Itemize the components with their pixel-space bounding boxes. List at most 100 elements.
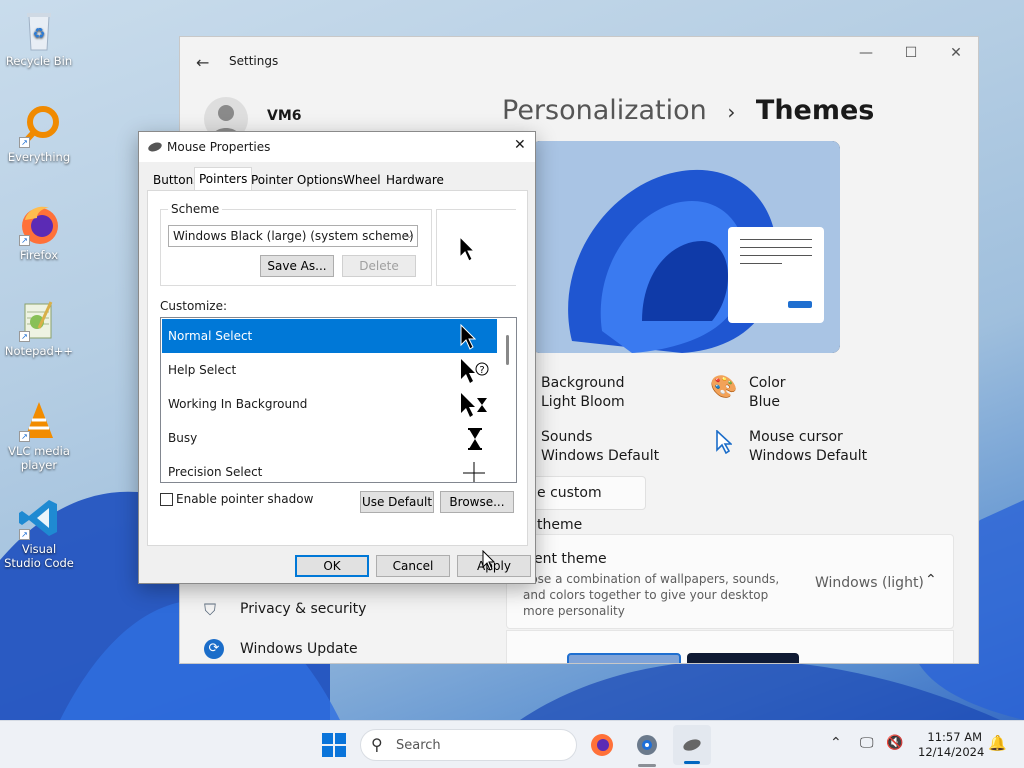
dialog-close-icon[interactable]: ✕ bbox=[514, 137, 526, 153]
desktop-icon-firefox[interactable]: ↗ Firefox bbox=[2, 202, 76, 262]
delete-button[interactable]: Delete bbox=[342, 255, 416, 277]
color-setting[interactable]: Color Blue bbox=[749, 374, 786, 412]
maximize-icon[interactable]: ☐ bbox=[891, 43, 931, 63]
background-setting[interactable]: Background Light Bloom bbox=[541, 374, 625, 412]
close-icon[interactable]: ✕ bbox=[936, 43, 976, 63]
preview-window-mock bbox=[728, 227, 824, 323]
running-indicator bbox=[638, 764, 656, 767]
arrow-cursor-icon bbox=[459, 236, 475, 262]
breadcrumb-separator: › bbox=[727, 100, 736, 124]
firefox-icon: ↗ bbox=[17, 202, 61, 246]
cursor-list[interactable]: Normal Select Help Select ? Working In B… bbox=[160, 317, 517, 483]
theme-thumbnails bbox=[506, 630, 954, 663]
desktop-icon-label: Everything bbox=[7, 150, 71, 164]
background-label: Background bbox=[541, 375, 625, 391]
dialog-titlebar[interactable]: Mouse Properties ✕ bbox=[139, 132, 535, 162]
palette-icon: 🎨 bbox=[710, 375, 738, 400]
clock[interactable]: 11:57 AM 12/14/2024 bbox=[918, 730, 984, 760]
nav-item-label: Privacy & security bbox=[240, 601, 367, 617]
everything-search-icon: ↗ bbox=[17, 104, 61, 148]
cancel-button[interactable]: Cancel bbox=[376, 555, 450, 577]
notification-bell-icon[interactable]: 🔔 bbox=[988, 734, 1007, 752]
tab-hardware[interactable]: Hardware bbox=[382, 169, 448, 191]
current-theme-desc: oose a combination of wallpapers, sounds… bbox=[523, 572, 780, 618]
color-value: Blue bbox=[749, 394, 780, 410]
notepadpp-icon: ↗ bbox=[17, 298, 61, 342]
mouse-cursor-setting[interactable]: Mouse cursor Windows Default bbox=[749, 428, 867, 466]
settings-gear-icon[interactable] bbox=[635, 733, 659, 760]
list-item[interactable]: Normal Select bbox=[162, 319, 497, 353]
list-item[interactable]: Working In Background bbox=[162, 387, 497, 421]
list-item-label: Precision Select bbox=[168, 465, 263, 479]
desktop-icon-recycle-bin[interactable]: ♻ Recycle Bin bbox=[2, 8, 76, 68]
chevron-up-icon[interactable]: ⌃ bbox=[830, 735, 842, 751]
scheme-select[interactable]: Windows Black (large) (system scheme) ⌵ bbox=[168, 225, 418, 247]
mouse-properties-taskbar-button[interactable] bbox=[673, 725, 711, 765]
sounds-value: Windows Default bbox=[541, 448, 660, 464]
search-placeholder: Search bbox=[396, 738, 441, 753]
chevron-up-icon[interactable]: ⌃ bbox=[925, 572, 937, 588]
settings-window-title: Settings bbox=[229, 54, 279, 68]
theme-thumbnail-light[interactable] bbox=[567, 653, 681, 663]
mouse-cursor-icon bbox=[716, 429, 734, 457]
taskbar: ⚲ Search ⌃ 🖵 🔇 11:57 AM 12/14/2024 🔔 bbox=[0, 720, 1024, 768]
desktop-icon-vlc[interactable]: ↗ VLC media player bbox=[2, 398, 76, 472]
crosshair-cursor-icon bbox=[463, 462, 485, 482]
taskbar-search[interactable]: ⚲ Search bbox=[360, 729, 577, 761]
help-cursor-icon: ? bbox=[461, 359, 489, 383]
tab-pointer-options[interactable]: Pointer Options bbox=[247, 169, 347, 191]
sounds-setting[interactable]: Sounds Windows Default bbox=[541, 428, 659, 466]
ok-button[interactable]: OK bbox=[295, 555, 369, 577]
arrow-cursor-icon bbox=[460, 324, 476, 350]
chevron-down-icon: ⌵ bbox=[405, 230, 413, 241]
desktop-icon-label: Recycle Bin bbox=[5, 54, 73, 68]
scheme-label: Scheme bbox=[168, 202, 223, 216]
pointer-shadow-checkbox[interactable] bbox=[160, 493, 173, 506]
theme-thumbnail-dark[interactable] bbox=[687, 653, 799, 663]
list-item-label: Working In Background bbox=[168, 397, 308, 411]
list-item[interactable]: Precision Select bbox=[162, 455, 497, 482]
browse-button[interactable]: Browse... bbox=[440, 491, 514, 513]
mouse-pointer-icon bbox=[482, 550, 496, 571]
save-as-button[interactable]: Save As... bbox=[260, 255, 334, 277]
back-arrow-icon[interactable]: ← bbox=[196, 53, 209, 72]
desktop-icon-label: VLC media player bbox=[8, 444, 70, 472]
volume-muted-icon[interactable]: 🔇 bbox=[886, 735, 903, 751]
desktop-icon-label: Notepad++ bbox=[4, 344, 74, 358]
active-indicator bbox=[684, 761, 700, 764]
theme-preview bbox=[532, 141, 840, 353]
firefox-icon[interactable] bbox=[590, 733, 614, 760]
color-label: Color bbox=[749, 375, 786, 391]
list-item[interactable]: Busy bbox=[162, 421, 497, 455]
list-scrollbar[interactable] bbox=[501, 319, 516, 481]
use-default-button[interactable]: Use Default bbox=[360, 491, 434, 513]
network-icon[interactable]: 🖵 bbox=[860, 735, 874, 751]
mouse-icon bbox=[683, 739, 701, 751]
desktop-icon-notepadpp[interactable]: ↗ Notepad++ bbox=[2, 298, 76, 358]
vlc-cone-icon: ↗ bbox=[17, 398, 61, 442]
desktop-icon-label: Visual Studio Code bbox=[4, 542, 74, 570]
sounds-label: Sounds bbox=[541, 429, 593, 445]
list-item-label: Normal Select bbox=[168, 329, 253, 343]
shield-icon: ⛉ bbox=[204, 600, 217, 619]
list-item[interactable]: Help Select ? bbox=[162, 353, 497, 387]
current-theme-section[interactable]: rrent theme oose a combination of wallpa… bbox=[506, 534, 954, 629]
start-windows-icon[interactable] bbox=[322, 733, 346, 760]
background-value: Light Bloom bbox=[541, 394, 625, 410]
search-icon: ⚲ bbox=[371, 735, 383, 754]
dialog-title: Mouse Properties bbox=[167, 140, 271, 154]
tab-pointers[interactable]: Pointers bbox=[194, 167, 253, 191]
svg-text:?: ? bbox=[479, 365, 484, 376]
breadcrumb-parent[interactable]: Personalization bbox=[502, 95, 707, 126]
cursor-preview-box bbox=[436, 209, 516, 286]
scrollbar-thumb[interactable] bbox=[506, 335, 509, 365]
save-theme-button[interactable]: e custom theme bbox=[520, 476, 646, 533]
breadcrumb: Personalization › Themes bbox=[502, 95, 874, 126]
vscode-icon: ↗ bbox=[17, 496, 61, 540]
list-item-label: Busy bbox=[168, 431, 198, 445]
desktop-icon-vscode[interactable]: ↗ Visual Studio Code bbox=[2, 496, 76, 570]
tab-wheel[interactable]: Wheel bbox=[339, 169, 385, 191]
minimize-icon[interactable]: — bbox=[846, 43, 886, 63]
tab-strip: Buttons Pointers Pointer Options Wheel H… bbox=[147, 167, 527, 191]
desktop-icon-everything[interactable]: ↗ Everything bbox=[2, 104, 76, 164]
